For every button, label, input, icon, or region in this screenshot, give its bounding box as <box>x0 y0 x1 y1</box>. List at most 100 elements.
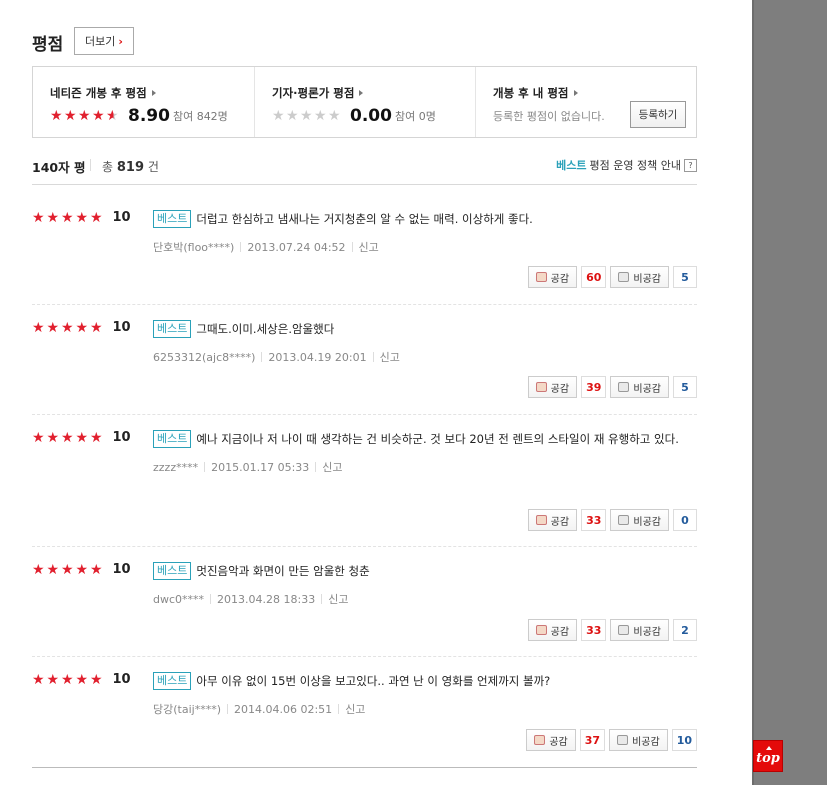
star-icon: ★ <box>78 108 91 124</box>
review-item: ★ ★ ★ ★ ★ 10 베스트 아무 이유 없이 15번 이상을 보고있다.. 과연 난… <box>32 672 697 768</box>
review-score: 10 <box>112 562 131 577</box>
review-item: ★ ★ ★ ★ ★ 10 베스트 그때도.이미.세상은.암울했다 6253312(ajc8… <box>32 320 697 415</box>
like-count: 39 <box>581 376 607 398</box>
best-badge: 베스트 <box>153 210 192 228</box>
review-text: 더럽고 한심하고 냄새나는 거지청춘의 알 수 없는 매력. 이상하게 좋다. <box>196 212 533 226</box>
star-icon: ★ <box>75 561 89 578</box>
star-icon: ★ <box>90 561 103 578</box>
review-score: 10 <box>112 430 131 445</box>
critic-rating: 기자·평론가 평점 ★ ★ ★ ★ ★ 0.00 참여 0명 <box>254 67 475 137</box>
best-badge: 베스트 <box>153 320 192 338</box>
critic-count: 참여 0명 <box>394 110 436 123</box>
list-title: 140자 평 <box>32 160 86 175</box>
review-star-rating: ★ ★ ★ ★ ★ 10 <box>32 320 131 335</box>
like-button[interactable]: 공감 <box>527 376 578 398</box>
review-date: 2013.04.28 18:33 <box>217 593 316 606</box>
dislike-count: 5 <box>673 266 697 288</box>
report-link[interactable]: 신고 <box>345 703 365 716</box>
arrow-right-icon <box>573 90 578 96</box>
review-user[interactable]: 단호박(floo****) <box>153 241 234 254</box>
star-icon: ★ <box>286 108 299 124</box>
report-link[interactable]: 신고 <box>328 593 348 606</box>
review-user[interactable]: 6253312(ajc8****) <box>153 351 255 364</box>
side-rail <box>752 0 827 785</box>
star-icon: ★ <box>314 108 327 124</box>
star-icon: ★ <box>75 209 89 226</box>
section-title: 평점 <box>32 35 64 55</box>
main-content: 평점 더보기 › 네티즌 개봉 후 평점 ★ ★ ★ ★ ★ 8.90 참여 842명 … <box>0 0 752 785</box>
review-item: ★ ★ ★ ★ ★ 10 베스트 더럽고 한심하고 냄새나는 거지청춘의 알 수 없는 매… <box>32 210 697 305</box>
review-date: 2013.07.24 04:52 <box>247 241 346 254</box>
arrow-right-icon <box>359 90 364 96</box>
thumbs-down-icon <box>617 735 629 745</box>
thumbs-down-icon <box>618 515 630 525</box>
policy-link[interactable]: 베스트 평점 운영 정책 안내 ? <box>556 157 697 173</box>
star-icon: ★ <box>46 209 60 226</box>
best-badge: 베스트 <box>153 672 192 690</box>
total-count: 총 819 건 <box>102 160 159 175</box>
like-button[interactable]: 공감 <box>527 619 578 641</box>
like-button[interactable]: 공감 <box>527 266 578 288</box>
star-icon: ★ <box>46 429 60 446</box>
review-date: 2013.04.19 20:01 <box>268 351 367 364</box>
register-rating-button[interactable]: 등록하기 <box>630 101 686 128</box>
review-score: 10 <box>112 320 131 335</box>
like-count: 60 <box>581 266 607 288</box>
dislike-button[interactable]: 비공감 <box>610 376 669 398</box>
dislike-button[interactable]: 비공감 <box>609 729 668 751</box>
like-count: 33 <box>581 509 607 531</box>
dislike-button[interactable]: 비공감 <box>610 266 669 288</box>
netizen-rating-link[interactable]: 네티즌 개봉 후 평점 <box>50 85 254 101</box>
divider <box>90 159 91 171</box>
thumbs-down-icon <box>618 272 630 282</box>
my-rating-link[interactable]: 개봉 후 내 평점 <box>493 85 696 101</box>
review-user[interactable]: dwc0**** <box>153 593 204 606</box>
review-user[interactable]: zzzz**** <box>153 461 198 474</box>
dislike-button[interactable]: 비공감 <box>610 509 669 531</box>
dislike-count: 5 <box>673 376 697 398</box>
review-text: 아무 이유 없이 15번 이상을 보고있다.. 과연 난 이 영화를 언제까지 … <box>196 674 551 688</box>
netizen-star-rating: ★ ★ ★ ★ ★ <box>50 109 120 123</box>
review-score: 10 <box>112 210 131 225</box>
dislike-button[interactable]: 비공감 <box>610 619 669 641</box>
critic-rating-link[interactable]: 기자·평론가 평점 <box>272 85 475 101</box>
review-score: 10 <box>112 672 131 687</box>
review-star-rating: ★ ★ ★ ★ ★ 10 <box>32 672 131 687</box>
scroll-to-top-button[interactable]: top <box>753 740 783 772</box>
star-icon: ★ <box>61 319 74 336</box>
critic-score: 0.00 <box>350 106 392 126</box>
review-date: 2015.01.17 05:33 <box>211 461 310 474</box>
star-icon: ★ <box>92 108 105 124</box>
like-button[interactable]: 공감 <box>527 509 578 531</box>
my-rating: 개봉 후 내 평점 등록한 평점이 없습니다. 등록하기 <box>475 67 696 137</box>
star-icon: ★ <box>32 561 45 578</box>
star-icon: ★ <box>328 108 341 124</box>
help-icon[interactable]: ? <box>684 158 697 172</box>
review-text: 예나 지금이나 저 나이 때 생각하는 건 비슷하군. 것 보다 20년 전 렌… <box>196 432 679 446</box>
star-icon: ★ <box>64 108 77 124</box>
report-link[interactable]: 신고 <box>380 351 400 364</box>
star-icon: ★ <box>300 108 313 124</box>
star-icon: ★ <box>90 209 103 226</box>
star-icon: ★ <box>32 429 45 446</box>
best-badge: 베스트 <box>153 562 192 580</box>
thumbs-up-icon <box>535 515 547 525</box>
star-half-icon: ★ <box>106 108 119 124</box>
report-link[interactable]: 신고 <box>322 461 342 474</box>
star-icon: ★ <box>32 671 45 688</box>
rating-summary: 네티즌 개봉 후 평점 ★ ★ ★ ★ ★ 8.90 참여 842명 기자·평론가 평점… <box>32 66 697 138</box>
review-user[interactable]: 당강(taij****) <box>153 703 221 716</box>
more-button[interactable]: 더보기 › <box>74 27 134 55</box>
star-icon: ★ <box>61 671 74 688</box>
star-icon: ★ <box>61 209 74 226</box>
star-icon: ★ <box>32 209 45 226</box>
thumbs-down-icon <box>618 382 630 392</box>
report-link[interactable]: 신고 <box>359 241 379 254</box>
review-item: ★ ★ ★ ★ ★ 10 베스트 멋진음악과 화면이 만든 암울한 청춘 dwc0****… <box>32 562 697 657</box>
review-text: 멋진음악과 화면이 만든 암울한 청춘 <box>196 564 370 578</box>
netizen-rating: 네티즌 개봉 후 평점 ★ ★ ★ ★ ★ 8.90 참여 842명 <box>33 67 254 137</box>
like-button[interactable]: 공감 <box>526 729 576 751</box>
thumbs-up-icon <box>535 382 547 392</box>
star-icon: ★ <box>75 429 89 446</box>
thumbs-up-icon <box>535 272 547 282</box>
